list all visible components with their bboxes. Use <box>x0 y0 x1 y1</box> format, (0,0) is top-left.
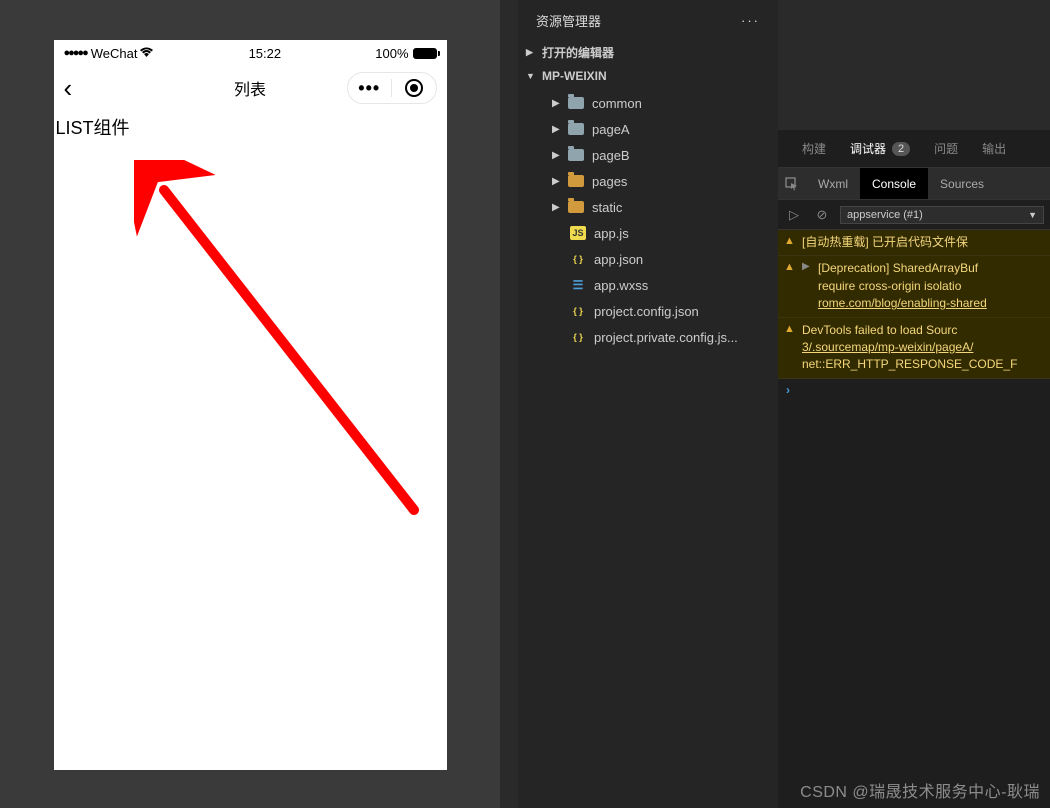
tree-label: app.js <box>594 226 629 241</box>
wifi-icon <box>139 46 154 61</box>
warning-icon: ▲ <box>784 234 796 251</box>
watermark: CSDN @瑞晟技术服务中心-耿瑞 <box>800 778 1040 802</box>
tree-label: pages <box>592 174 627 189</box>
folder-icon <box>568 97 584 109</box>
console-prompt[interactable]: › <box>778 379 1050 401</box>
chevron-right-icon: ▶ <box>552 98 564 109</box>
section-project[interactable]: ▼ MP-WEIXIN <box>518 64 778 88</box>
battery-icon <box>413 48 437 59</box>
debugger-badge: 2 <box>892 142 910 156</box>
page-text: LIST组件 <box>56 118 130 138</box>
carrier-label: WeChat <box>91 46 138 61</box>
console-message: DevTools failed to load Sourc 3/.sourcem… <box>802 322 1044 374</box>
devtools-secondary-tabs: Wxml Console Sources <box>778 168 1050 200</box>
tab-sources[interactable]: Sources <box>928 168 996 199</box>
warning-icon: ▲ <box>784 260 796 312</box>
tree-label: app.wxss <box>594 278 648 293</box>
explorer-more-button[interactable]: ··· <box>741 13 760 28</box>
page-content[interactable]: LIST组件 <box>54 110 447 770</box>
context-label: appservice (#1) <box>847 209 923 221</box>
tab-console[interactable]: Console <box>860 168 928 199</box>
console-message: [Deprecation] SharedArrayBuf require cro… <box>818 260 1044 312</box>
json-file-icon: { } <box>570 252 586 266</box>
wxss-file-icon: ☰ <box>570 278 586 292</box>
folder-icon <box>568 123 584 135</box>
warning-icon: ▲ <box>784 322 796 374</box>
folder-pageb[interactable]: ▶ pageB <box>518 142 778 168</box>
console-message: [自动热重载] 已开启代码文件保 <box>802 234 1044 251</box>
inspect-icon <box>785 177 799 191</box>
chevron-down-icon: ▼ <box>1028 210 1037 220</box>
tab-issues[interactable]: 问题 <box>922 140 970 157</box>
tree-label: project.config.json <box>594 304 699 319</box>
phone-frame: ●●●●● WeChat 15:22 100% ‹ 列表 ••• LIST组件 <box>54 40 447 770</box>
tree-label: pageA <box>592 122 630 137</box>
folder-icon <box>568 149 584 161</box>
file-project-private-config[interactable]: { } project.private.config.js... <box>518 324 778 350</box>
section-open-editors[interactable]: ▶ 打开的编辑器 <box>518 40 778 64</box>
file-app-js[interactable]: JS app.js <box>518 220 778 246</box>
tree-label: static <box>592 200 622 215</box>
file-tree: ▶ common ▶ pageA ▶ pageB ▶ pages ▶ static JS a… <box>518 88 778 352</box>
console-warning-row[interactable]: ▲ ▶ [Deprecation] SharedArrayBuf require… <box>778 256 1050 317</box>
explorer-header: 资源管理器 ··· <box>518 0 778 40</box>
tree-label: project.private.config.js... <box>594 330 738 345</box>
folder-icon <box>568 201 584 213</box>
clock-label: 15:22 <box>154 46 375 61</box>
file-project-config[interactable]: { } project.config.json <box>518 298 778 324</box>
devtools-primary-tabs: 构建 调试器2 问题 输出 <box>778 130 1050 168</box>
tree-label: common <box>592 96 642 111</box>
target-icon <box>405 79 423 97</box>
chevron-right-icon: ▶ <box>552 150 564 161</box>
capsule-close-button[interactable] <box>392 79 436 97</box>
explorer-title: 资源管理器 <box>536 11 601 30</box>
simulator-panel: ●●●●● WeChat 15:22 100% ‹ 列表 ••• LIST组件 <box>0 0 500 808</box>
console-link[interactable]: 3/.sourcemap/mp-weixin/pageA/ <box>802 340 973 354</box>
folder-pagea[interactable]: ▶ pageA <box>518 116 778 142</box>
console-warning-row[interactable]: ▲ DevTools failed to load Sourc 3/.sourc… <box>778 318 1050 379</box>
nav-bar: ‹ 列表 ••• <box>54 66 447 110</box>
tree-label: app.json <box>594 252 643 267</box>
console-warning-row[interactable]: ▲ [自动热重载] 已开启代码文件保 <box>778 230 1050 256</box>
chevron-down-icon: ▼ <box>526 71 538 81</box>
play-button[interactable]: ▷ <box>784 207 804 223</box>
folder-icon <box>568 175 584 187</box>
tab-debugger[interactable]: 调试器2 <box>838 140 922 157</box>
console-link[interactable]: rome.com/blog/enabling-shared <box>818 296 987 310</box>
chevron-right-icon: ▶ <box>526 47 538 58</box>
devtools-panel: 构建 调试器2 问题 输出 Wxml Console Sources ▷ ⊘ a… <box>778 130 1050 808</box>
capsule-menu: ••• <box>347 72 437 104</box>
json-file-icon: { } <box>570 304 586 318</box>
tree-label: pageB <box>592 148 630 163</box>
chevron-right-icon: ▶ <box>552 176 564 187</box>
file-explorer-panel: 资源管理器 ··· ▶ 打开的编辑器 ▼ MP-WEIXIN ▶ common ▶… <box>518 0 778 808</box>
battery-percent: 100% <box>375 46 408 61</box>
js-file-icon: JS <box>570 226 586 240</box>
file-app-json[interactable]: { } app.json <box>518 246 778 272</box>
clear-console-button[interactable]: ⊘ <box>812 207 832 223</box>
json-file-icon: { } <box>570 330 586 344</box>
chevron-right-icon: ▶ <box>552 202 564 213</box>
section-label: MP-WEIXIN <box>542 69 607 83</box>
tab-build[interactable]: 构建 <box>790 140 838 157</box>
inspect-button[interactable] <box>778 177 806 191</box>
file-app-wxss[interactable]: ☰ app.wxss <box>518 272 778 298</box>
capsule-more-button[interactable]: ••• <box>348 78 392 99</box>
console-toolbar: ▷ ⊘ appservice (#1) ▼ <box>778 200 1050 230</box>
chevron-right-icon: ▶ <box>552 124 564 135</box>
folder-common[interactable]: ▶ common <box>518 90 778 116</box>
expand-icon[interactable]: ▶ <box>802 260 812 312</box>
status-bar: ●●●●● WeChat 15:22 100% <box>54 40 447 66</box>
section-label: 打开的编辑器 <box>542 44 614 61</box>
tab-wxml[interactable]: Wxml <box>806 168 860 199</box>
more-icon: ••• <box>358 78 380 99</box>
folder-static[interactable]: ▶ static <box>518 194 778 220</box>
context-selector[interactable]: appservice (#1) ▼ <box>840 206 1044 224</box>
folder-pages[interactable]: ▶ pages <box>518 168 778 194</box>
console-output[interactable]: ▲ [自动热重载] 已开启代码文件保 ▲ ▶ [Deprecation] Sha… <box>778 230 1050 401</box>
signal-dots-icon: ●●●●● <box>64 47 87 59</box>
tab-output[interactable]: 输出 <box>970 140 1018 157</box>
